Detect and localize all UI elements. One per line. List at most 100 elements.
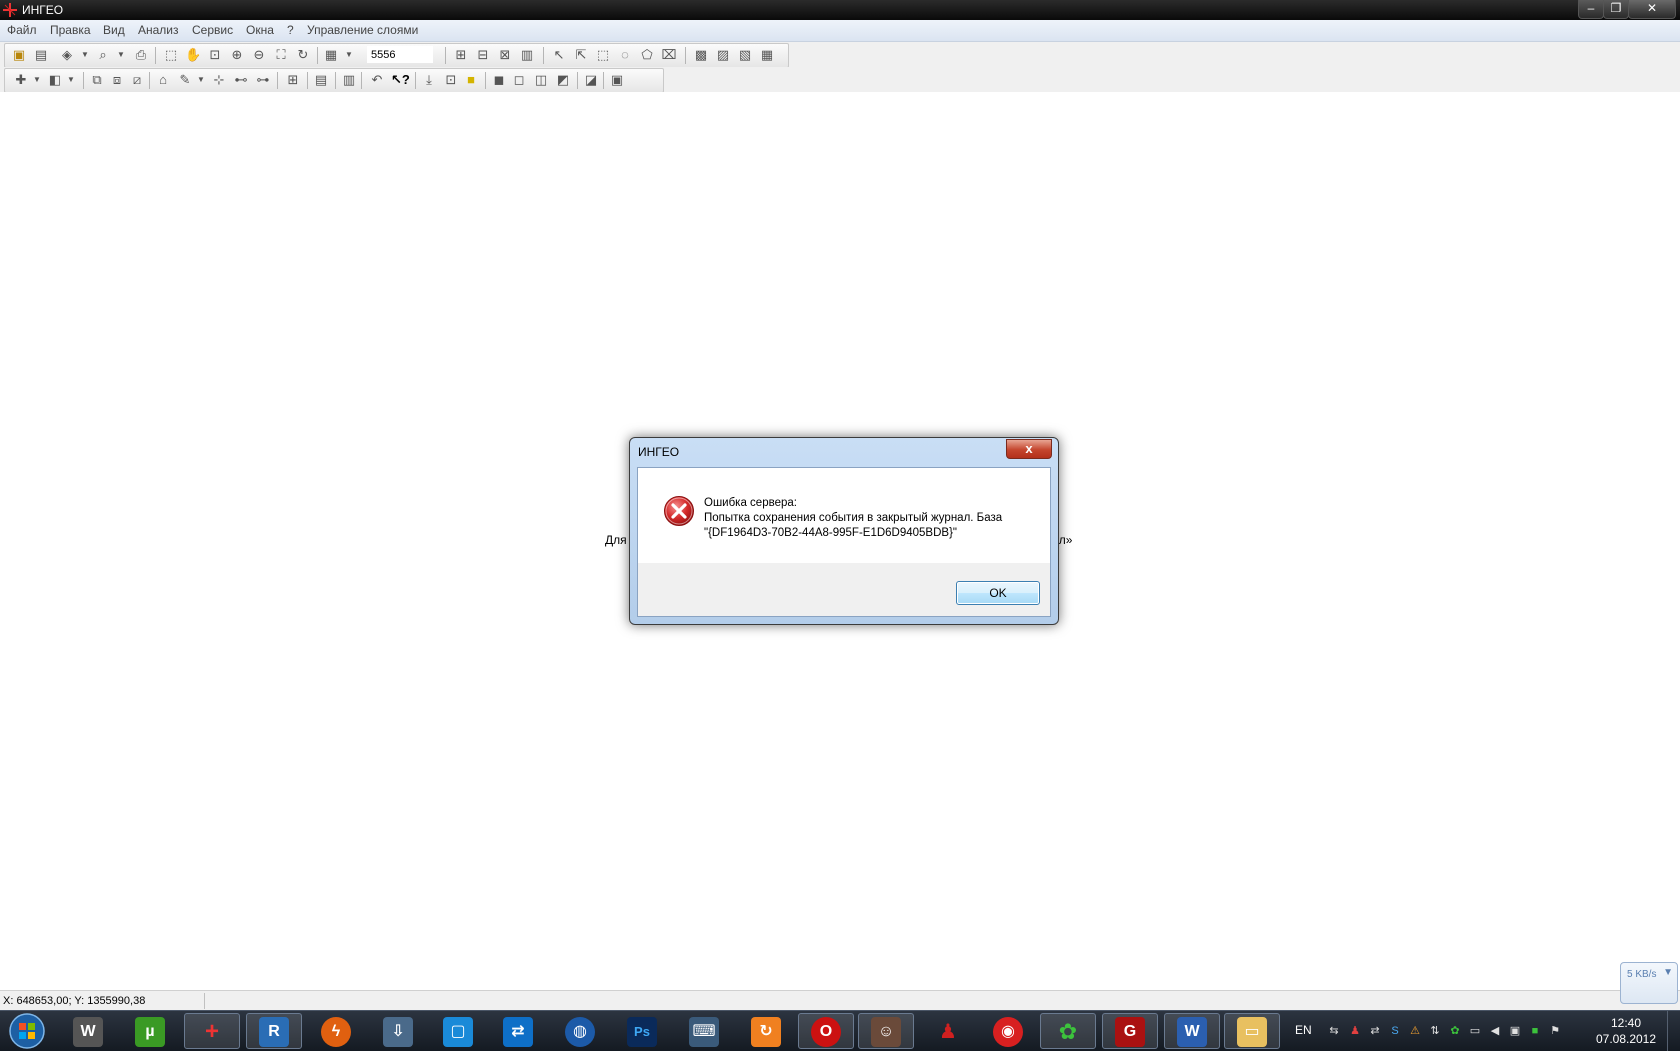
taskbar-virtual-machine[interactable]: ▢ — [430, 1013, 486, 1049]
taskbar-media-app[interactable]: ϟ — [308, 1013, 364, 1049]
tray-ftp-icon[interactable]: ⇅ — [1428, 1024, 1442, 1038]
draw-line-icon[interactable]: ✎ — [177, 72, 193, 88]
refresh-view-icon[interactable]: ↻ — [295, 47, 311, 63]
language-indicator[interactable]: EN — [1295, 1023, 1312, 1037]
zoom-icon[interactable]: ⌕ — [95, 47, 111, 63]
chevron-down-icon[interactable]: ▼ — [77, 47, 93, 63]
poly-select-icon[interactable]: ⬠ — [639, 47, 655, 63]
save-icon[interactable]: ▤ — [33, 47, 49, 63]
deselect-icon[interactable]: ⌧ — [661, 47, 677, 63]
move-object-icon[interactable]: ⧈ — [109, 72, 125, 88]
window-titlebar[interactable]: ИНГЕО – ❐ ✕ — [0, 0, 1680, 20]
taskbar-icq[interactable]: ✿ — [1040, 1013, 1096, 1049]
hatch-icon[interactable]: ◪ — [583, 72, 599, 88]
taskbar-download-app[interactable]: ⇩ — [370, 1013, 426, 1049]
menu-windows[interactable]: Окна — [246, 23, 274, 37]
taskbar-utorrent[interactable]: µ — [122, 1013, 178, 1049]
taskbar-game[interactable]: ☺ — [858, 1013, 914, 1049]
highlight-icon[interactable]: ■ — [463, 72, 479, 88]
tray-skype-icon[interactable]: S — [1388, 1024, 1402, 1038]
grid-icon-2[interactable]: ▨ — [715, 47, 731, 63]
menu-analysis[interactable]: Анализ — [138, 23, 179, 37]
print-icon[interactable]: ⎙ — [133, 47, 149, 63]
layer-add-icon[interactable]: ⊟ — [475, 47, 491, 63]
tray-green-icon[interactable]: ■ — [1528, 1024, 1542, 1038]
chevron-down-icon[interactable]: ▼ — [113, 47, 129, 63]
help-pointer-icon[interactable]: ↖? — [391, 72, 410, 88]
tray-security-icon[interactable]: ⚠ — [1408, 1024, 1422, 1038]
new-object-icon[interactable]: ✚ — [13, 72, 29, 88]
taskbar-teamviewer[interactable]: ⇄ — [490, 1013, 546, 1049]
tray-icq-icon[interactable]: ✿ — [1448, 1024, 1462, 1038]
zoom-out-icon[interactable]: ⊖ — [251, 47, 267, 63]
taskbar-opera[interactable]: O — [798, 1013, 854, 1049]
chevron-down-icon[interactable]: ▼ — [63, 72, 79, 88]
menu-file[interactable]: Файл — [7, 23, 37, 37]
chevron-down-icon[interactable]: ▼ — [193, 72, 209, 88]
show-desktop-button[interactable] — [1667, 1011, 1680, 1051]
taskbar-file-transfer[interactable]: ↻ — [738, 1013, 794, 1049]
tray-monitor-icon[interactable]: ▣ — [1508, 1024, 1522, 1038]
select-area-icon[interactable]: ⬚ — [163, 47, 179, 63]
pan-hand-icon[interactable]: ✋ — [185, 47, 201, 63]
open-folder-icon[interactable]: ▣ — [11, 47, 27, 63]
report-icon[interactable]: ▥ — [341, 72, 357, 88]
copy-object-icon[interactable]: ⧉ — [89, 72, 105, 88]
taskbar-word[interactable]: W — [1164, 1013, 1220, 1049]
union-icon[interactable]: ◼ — [491, 72, 507, 88]
restore-button[interactable]: ❐ — [1603, 0, 1629, 19]
grid-icon-1[interactable]: ▩ — [693, 47, 709, 63]
taskbar-network[interactable]: ⌨ — [676, 1013, 732, 1049]
lasso-select-icon[interactable]: ◌ — [617, 47, 633, 63]
taskbar-garena[interactable]: G — [1102, 1013, 1158, 1049]
chevron-down-icon[interactable]: ▼ — [29, 72, 45, 88]
subtract-icon[interactable]: ◻ — [511, 72, 527, 88]
network-meter-gadget[interactable]: 5 KB/s ▼ — [1620, 962, 1678, 1004]
pointer-select-icon[interactable]: ⇱ — [573, 47, 589, 63]
edit-contour-icon[interactable]: ⌂ — [155, 72, 171, 88]
chevron-down-icon[interactable]: ▼ — [341, 47, 357, 63]
minimize-button[interactable]: – — [1578, 0, 1604, 19]
menu-service[interactable]: Сервис — [192, 23, 233, 37]
new-layer-icon[interactable]: ⊞ — [453, 47, 469, 63]
taskbar-photoshop[interactable]: Ps — [614, 1013, 670, 1049]
speaker-icon[interactable]: ◀ — [1488, 1024, 1502, 1038]
object-tool-icon[interactable]: ◧ — [47, 72, 63, 88]
layer-filter-icon[interactable]: ⊠ — [497, 47, 513, 63]
tray-display-icon[interactable]: ▭ — [1468, 1024, 1482, 1038]
dialog-close-button[interactable]: x — [1006, 439, 1052, 459]
properties-icon[interactable]: ⊞ — [285, 72, 301, 88]
menu-view[interactable]: Вид — [103, 23, 125, 37]
undo-icon[interactable]: ↶ — [369, 72, 385, 88]
taskbar-ingeo[interactable]: + — [184, 1013, 240, 1049]
tray-red-icon[interactable]: ♟ — [1348, 1024, 1362, 1038]
exclude-icon[interactable]: ◩ — [555, 72, 571, 88]
zoom-in-icon[interactable]: ⊕ — [229, 47, 245, 63]
taskbar-remote-desktop[interactable]: R — [246, 1013, 302, 1049]
start-button[interactable] — [2, 1011, 52, 1051]
taskbar-red-app[interactable]: ♟ — [920, 1013, 976, 1049]
taskbar-fast-stone[interactable]: ◉ — [980, 1013, 1036, 1049]
layer-frame-icon[interactable]: ⊡ — [443, 72, 459, 88]
layer-down-icon[interactable]: ⤓ — [421, 72, 437, 88]
remove-point-icon[interactable]: ⊷ — [233, 72, 249, 88]
rect-select-icon[interactable]: ⬚ — [595, 47, 611, 63]
table-icon[interactable]: ▥ — [519, 47, 535, 63]
grid-icon-3[interactable]: ▧ — [737, 47, 753, 63]
menu-layer-management[interactable]: Управление слоями — [307, 23, 418, 37]
menu-help[interactable]: ? — [287, 23, 294, 37]
attributes-table-icon[interactable]: ▤ — [313, 72, 329, 88]
menu-edit[interactable]: Правка — [50, 23, 91, 37]
tray-teamviewer-icon[interactable]: ⇄ — [1368, 1024, 1382, 1038]
grid-icon-4[interactable]: ▦ — [759, 47, 775, 63]
close-button[interactable]: ✕ — [1628, 0, 1676, 19]
action-center-flag-icon[interactable]: ⚑ — [1548, 1024, 1562, 1038]
zoom-extent-icon[interactable]: ⛶ — [273, 47, 289, 63]
zoom-window-icon[interactable]: ⊡ — [207, 47, 223, 63]
merge-icon[interactable]: ⊶ — [255, 72, 271, 88]
intersect-icon[interactable]: ◫ — [533, 72, 549, 88]
taskbar-explorer[interactable]: ▭ — [1224, 1013, 1280, 1049]
pointer-icon[interactable]: ↖ — [551, 47, 567, 63]
frame-icon[interactable]: ▣ — [609, 72, 625, 88]
tray-network-icon[interactable]: ⇆ — [1327, 1024, 1341, 1038]
